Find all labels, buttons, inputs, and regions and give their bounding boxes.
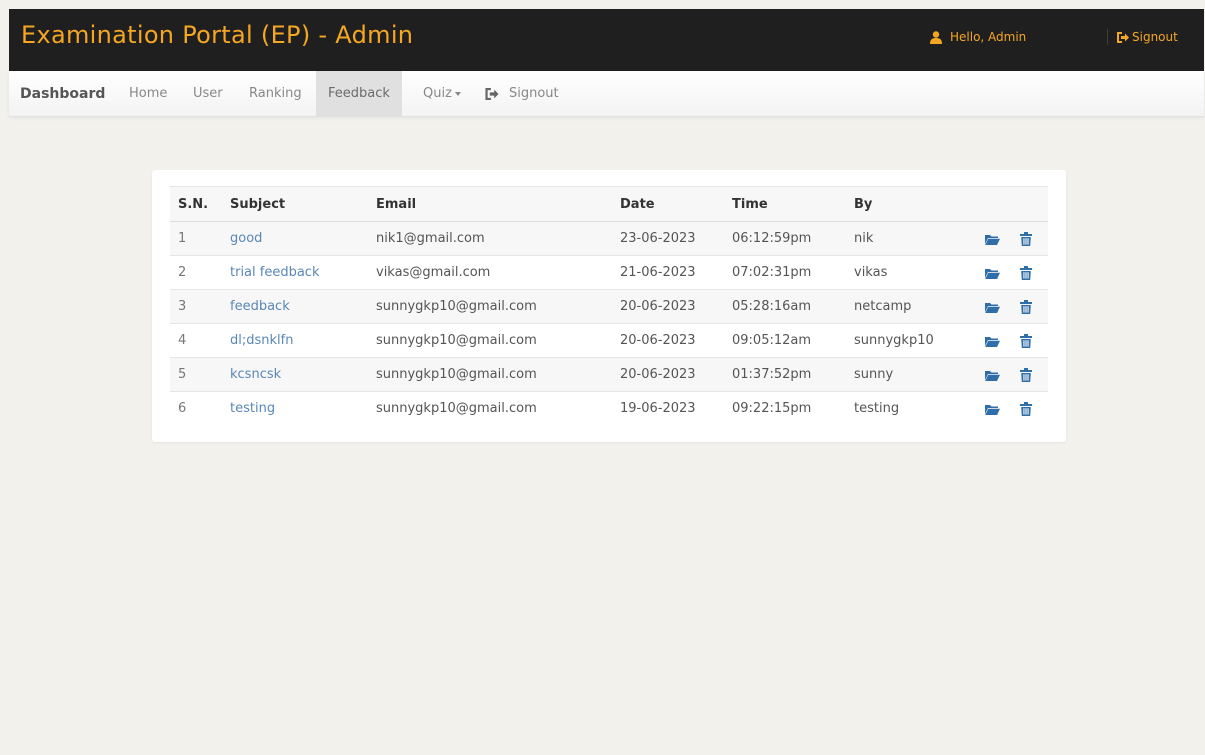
cell-sn: 6 xyxy=(170,391,222,426)
cell-by: netcamp xyxy=(846,289,976,324)
col-header-sn: S.N. xyxy=(170,186,222,222)
cell-sn: 3 xyxy=(170,289,222,324)
cell-by: sunnygkp10 xyxy=(846,323,976,358)
cell-actions xyxy=(976,391,1048,426)
subject-link[interactable]: good xyxy=(222,221,368,256)
folder-open-icon[interactable] xyxy=(984,300,1000,314)
header-divider xyxy=(1107,29,1108,45)
trash-icon[interactable] xyxy=(1018,333,1034,348)
caret-down-icon xyxy=(454,91,461,96)
nav-item-quiz-dropdown[interactable]: Quiz xyxy=(423,86,461,101)
cell-by: testing xyxy=(846,391,976,426)
cell-actions xyxy=(976,289,1048,324)
top-header: Examination Portal (EP) - Admin Hello, A… xyxy=(9,9,1204,71)
trash-icon[interactable] xyxy=(1018,401,1034,416)
table-row: 3 feedback sunnygkp10@gmail.com 20-06-20… xyxy=(170,289,1048,324)
nav-item-user[interactable]: User xyxy=(193,86,223,101)
trash-icon[interactable] xyxy=(1018,367,1034,382)
cell-email: vikas@gmail.com xyxy=(368,255,612,290)
nav-item-signout[interactable]: Signout xyxy=(485,86,559,101)
nav-signout-label: Signout xyxy=(509,86,559,101)
cell-by: nik xyxy=(846,221,976,256)
folder-open-icon[interactable] xyxy=(984,368,1000,382)
nav-item-ranking[interactable]: Ranking xyxy=(249,86,302,101)
folder-open-icon[interactable] xyxy=(984,334,1000,348)
folder-open-icon[interactable] xyxy=(984,402,1000,416)
col-header-by: By xyxy=(846,186,976,222)
folder-open-icon[interactable] xyxy=(984,232,1000,246)
cell-time: 01:37:52pm xyxy=(724,357,846,392)
nav-item-quiz-label: Quiz xyxy=(423,86,452,101)
cell-date: 20-06-2023 xyxy=(612,323,724,358)
cell-actions xyxy=(976,357,1048,392)
col-header-date: Date xyxy=(612,186,724,222)
cell-email: sunnygkp10@gmail.com xyxy=(368,391,612,426)
subject-link[interactable]: trial feedback xyxy=(222,255,368,290)
cell-time: 09:22:15pm xyxy=(724,391,846,426)
header-signout-link[interactable]: Signout xyxy=(1117,30,1178,44)
cell-email: sunnygkp10@gmail.com xyxy=(368,357,612,392)
cell-sn: 2 xyxy=(170,255,222,290)
col-header-actions xyxy=(976,186,1048,222)
cell-time: 05:28:16am xyxy=(724,289,846,324)
table-header-row: S.N. Subject Email Date Time By xyxy=(170,186,1048,222)
table-row: 1 good nik1@gmail.com 23-06-2023 06:12:5… xyxy=(170,221,1048,256)
folder-open-icon[interactable] xyxy=(984,266,1000,280)
subject-link[interactable]: kcsncsk xyxy=(222,357,368,392)
subject-link[interactable]: dl;dsnklfn xyxy=(222,323,368,358)
feedback-panel: S.N. Subject Email Date Time By 1 good n… xyxy=(152,170,1066,442)
cell-date: 23-06-2023 xyxy=(612,221,724,256)
signout-icon xyxy=(1117,31,1129,43)
cell-sn: 4 xyxy=(170,323,222,358)
trash-icon[interactable] xyxy=(1018,265,1034,280)
nav-item-home[interactable]: Home xyxy=(129,86,167,101)
cell-time: 07:02:31pm xyxy=(724,255,846,290)
table-row: 2 trial feedback vikas@gmail.com 21-06-2… xyxy=(170,255,1048,290)
cell-date: 19-06-2023 xyxy=(612,391,724,426)
col-header-subject: Subject xyxy=(222,186,368,222)
table-row: 5 kcsncsk sunnygkp10@gmail.com 20-06-202… xyxy=(170,357,1048,392)
greeting-text: Hello, Admin xyxy=(950,30,1027,44)
cell-by: sunny xyxy=(846,357,976,392)
cell-email: sunnygkp10@gmail.com xyxy=(368,323,612,358)
trash-icon[interactable] xyxy=(1018,231,1034,246)
cell-actions xyxy=(976,255,1048,290)
cell-actions xyxy=(976,323,1048,358)
nav-brand-dashboard[interactable]: Dashboard xyxy=(20,86,105,102)
feedback-table: S.N. Subject Email Date Time By 1 good n… xyxy=(170,186,1048,426)
app-title: Examination Portal (EP) - Admin xyxy=(21,21,414,49)
cell-actions xyxy=(976,221,1048,256)
cell-date: 20-06-2023 xyxy=(612,357,724,392)
user-greeting[interactable]: Hello, Admin xyxy=(930,30,1026,44)
cell-sn: 5 xyxy=(170,357,222,392)
subject-link[interactable]: testing xyxy=(222,391,368,426)
cell-time: 06:12:59pm xyxy=(724,221,846,256)
cell-time: 09:05:12am xyxy=(724,323,846,358)
col-header-email: Email xyxy=(368,186,612,222)
signout-icon xyxy=(485,87,499,100)
subject-link[interactable]: feedback xyxy=(222,289,368,324)
cell-date: 21-06-2023 xyxy=(612,255,724,290)
header-signout-label: Signout xyxy=(1132,30,1178,44)
cell-by: vikas xyxy=(846,255,976,290)
table-row: 4 dl;dsnklfn sunnygkp10@gmail.com 20-06-… xyxy=(170,323,1048,358)
main-navbar: Dashboard Home User Ranking Feedback Qui… xyxy=(9,71,1204,117)
cell-sn: 1 xyxy=(170,221,222,256)
user-icon xyxy=(930,30,942,44)
cell-date: 20-06-2023 xyxy=(612,289,724,324)
table-row: 6 testing sunnygkp10@gmail.com 19-06-202… xyxy=(170,391,1048,426)
nav-item-feedback[interactable]: Feedback xyxy=(316,71,402,116)
cell-email: sunnygkp10@gmail.com xyxy=(368,289,612,324)
col-header-time: Time xyxy=(724,186,846,222)
cell-email: nik1@gmail.com xyxy=(368,221,612,256)
table-body: 1 good nik1@gmail.com 23-06-2023 06:12:5… xyxy=(170,221,1048,426)
trash-icon[interactable] xyxy=(1018,299,1034,314)
